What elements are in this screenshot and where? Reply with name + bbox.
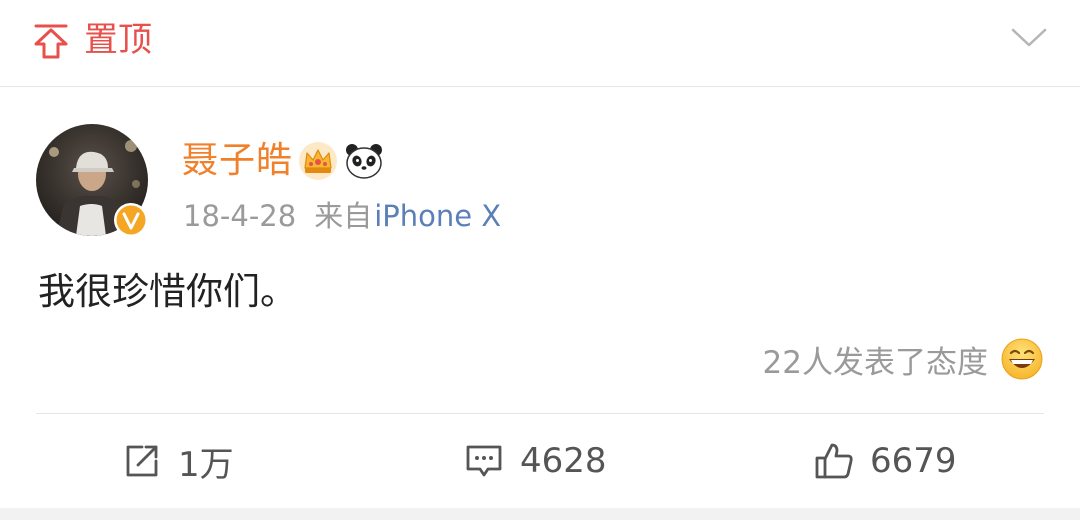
like-count: 6679 bbox=[870, 441, 957, 481]
author-name[interactable]: 聂子皓 bbox=[182, 138, 293, 184]
pinned-header: 置顶 bbox=[0, 0, 1080, 87]
comment-button[interactable]: 4628 bbox=[464, 436, 607, 486]
post-meta: 18-4-28 来自 iPhone X bbox=[183, 196, 501, 236]
repost-count: 1万 bbox=[178, 444, 234, 485]
thumbs-up-icon bbox=[815, 443, 853, 479]
comment-icon bbox=[466, 445, 502, 477]
post-date: 18-4-28 bbox=[183, 199, 297, 233]
weibo-post-card: 置顶 聂子皓 18-4-28 来自 iPhone X 我很珍惜你们。 22人发表… bbox=[0, 0, 1080, 520]
reactions-text: 22人发表了态度 bbox=[762, 344, 988, 381]
post-text: 我很珍惜你们。 bbox=[38, 270, 297, 313]
repost-icon bbox=[126, 445, 158, 477]
author-row: 聂子皓 bbox=[182, 136, 385, 186]
repost-button[interactable]: 1万 bbox=[122, 436, 234, 486]
card-separator bbox=[0, 508, 1080, 520]
source-prefix: 来自 bbox=[314, 199, 373, 233]
divider bbox=[36, 413, 1044, 414]
pin-top-icon bbox=[34, 24, 68, 59]
comment-count: 4628 bbox=[520, 441, 607, 481]
chevron-down-icon[interactable] bbox=[1010, 26, 1048, 50]
crown-icon[interactable] bbox=[297, 140, 339, 182]
grinning-face-icon bbox=[1001, 338, 1043, 380]
pinned-label: 置顶 bbox=[84, 20, 152, 60]
like-button[interactable]: 6679 bbox=[814, 436, 957, 486]
panda-icon[interactable] bbox=[343, 140, 385, 182]
reactions-summary[interactable]: 22人发表了态度 bbox=[763, 334, 1044, 384]
source-device[interactable]: iPhone X bbox=[374, 196, 501, 236]
verified-v-icon bbox=[114, 203, 148, 237]
